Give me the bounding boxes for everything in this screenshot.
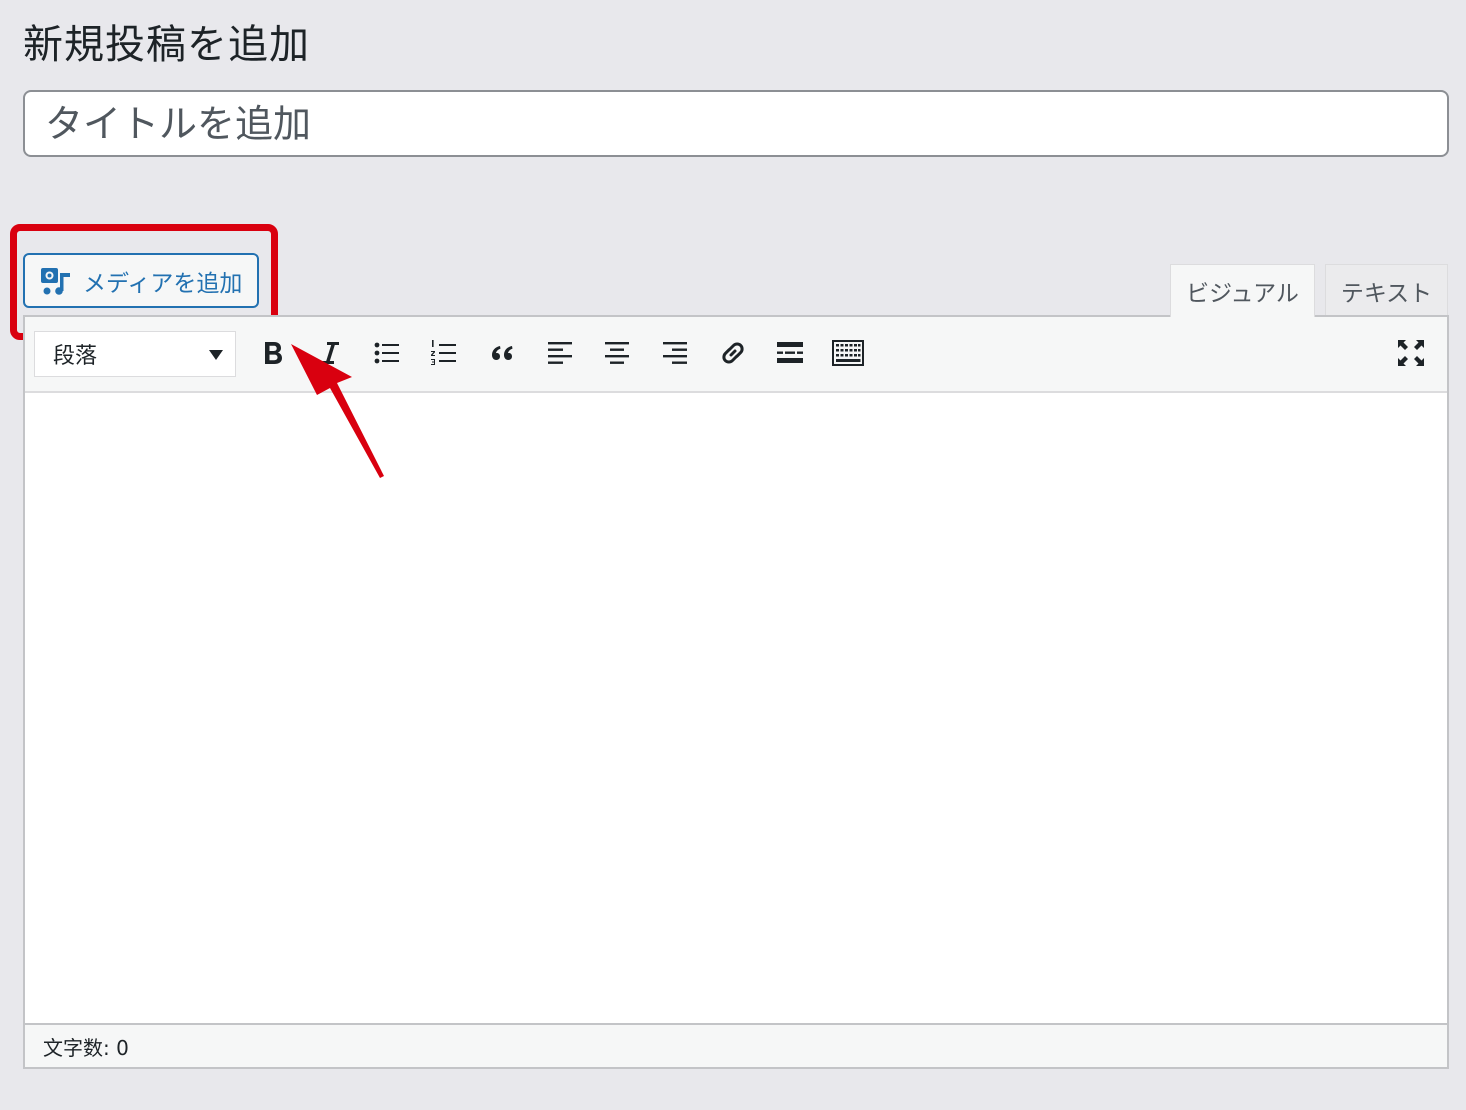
editor-toolbar: 段落 (25, 317, 1447, 393)
align-left-icon (548, 342, 572, 364)
tab-text-label: テキスト (1340, 280, 1433, 307)
numbered-list-button[interactable] (424, 333, 464, 373)
format-select[interactable]: 段落 (34, 331, 236, 377)
post-editor-page: 新規投稿を追加 メディアを追加 ビジュアル テキスト 段落 (0, 0, 1466, 1110)
tab-visual[interactable]: ビジュアル (1170, 264, 1315, 317)
post-title-input[interactable] (23, 90, 1449, 157)
caret-down-icon (209, 350, 223, 360)
italic-button[interactable] (310, 333, 350, 373)
tab-text[interactable]: テキスト (1325, 264, 1448, 316)
read-more-icon (777, 342, 803, 363)
fullscreen-icon (1398, 340, 1424, 366)
editor-content-area[interactable] (25, 393, 1447, 1025)
blockquote-button[interactable] (482, 333, 522, 373)
toolbar-toggle-button[interactable] (828, 333, 868, 373)
insert-link-button[interactable] (713, 333, 753, 373)
keyboard-icon (832, 340, 864, 366)
link-icon (722, 342, 744, 364)
format-select-value: 段落 (53, 344, 98, 369)
align-right-icon (663, 342, 687, 364)
quote-icon (492, 346, 513, 360)
italic-icon (322, 342, 339, 364)
align-center-icon (605, 342, 629, 364)
editor-frame: 段落 文字数: 0 (23, 315, 1449, 1069)
numbered-list-icon (431, 340, 456, 365)
add-media-button[interactable]: メディアを追加 (23, 253, 259, 308)
bold-button[interactable] (252, 333, 292, 373)
editor-status-bar: 文字数: 0 (25, 1023, 1447, 1067)
bulleted-list-icon (374, 342, 399, 364)
bulleted-list-button[interactable] (367, 333, 407, 373)
align-center-button[interactable] (597, 333, 637, 373)
tab-visual-label: ビジュアル (1186, 281, 1299, 307)
align-left-button[interactable] (540, 333, 580, 373)
word-count: 文字数: 0 (43, 1035, 129, 1060)
fullscreen-button[interactable] (1391, 333, 1431, 373)
add-media-label: メディアを追加 (83, 270, 243, 297)
bold-icon (265, 342, 282, 364)
media-add-icon (39, 264, 73, 298)
align-right-button[interactable] (655, 333, 695, 373)
read-more-button[interactable] (770, 333, 810, 373)
page-title: 新規投稿を追加 (23, 22, 310, 68)
